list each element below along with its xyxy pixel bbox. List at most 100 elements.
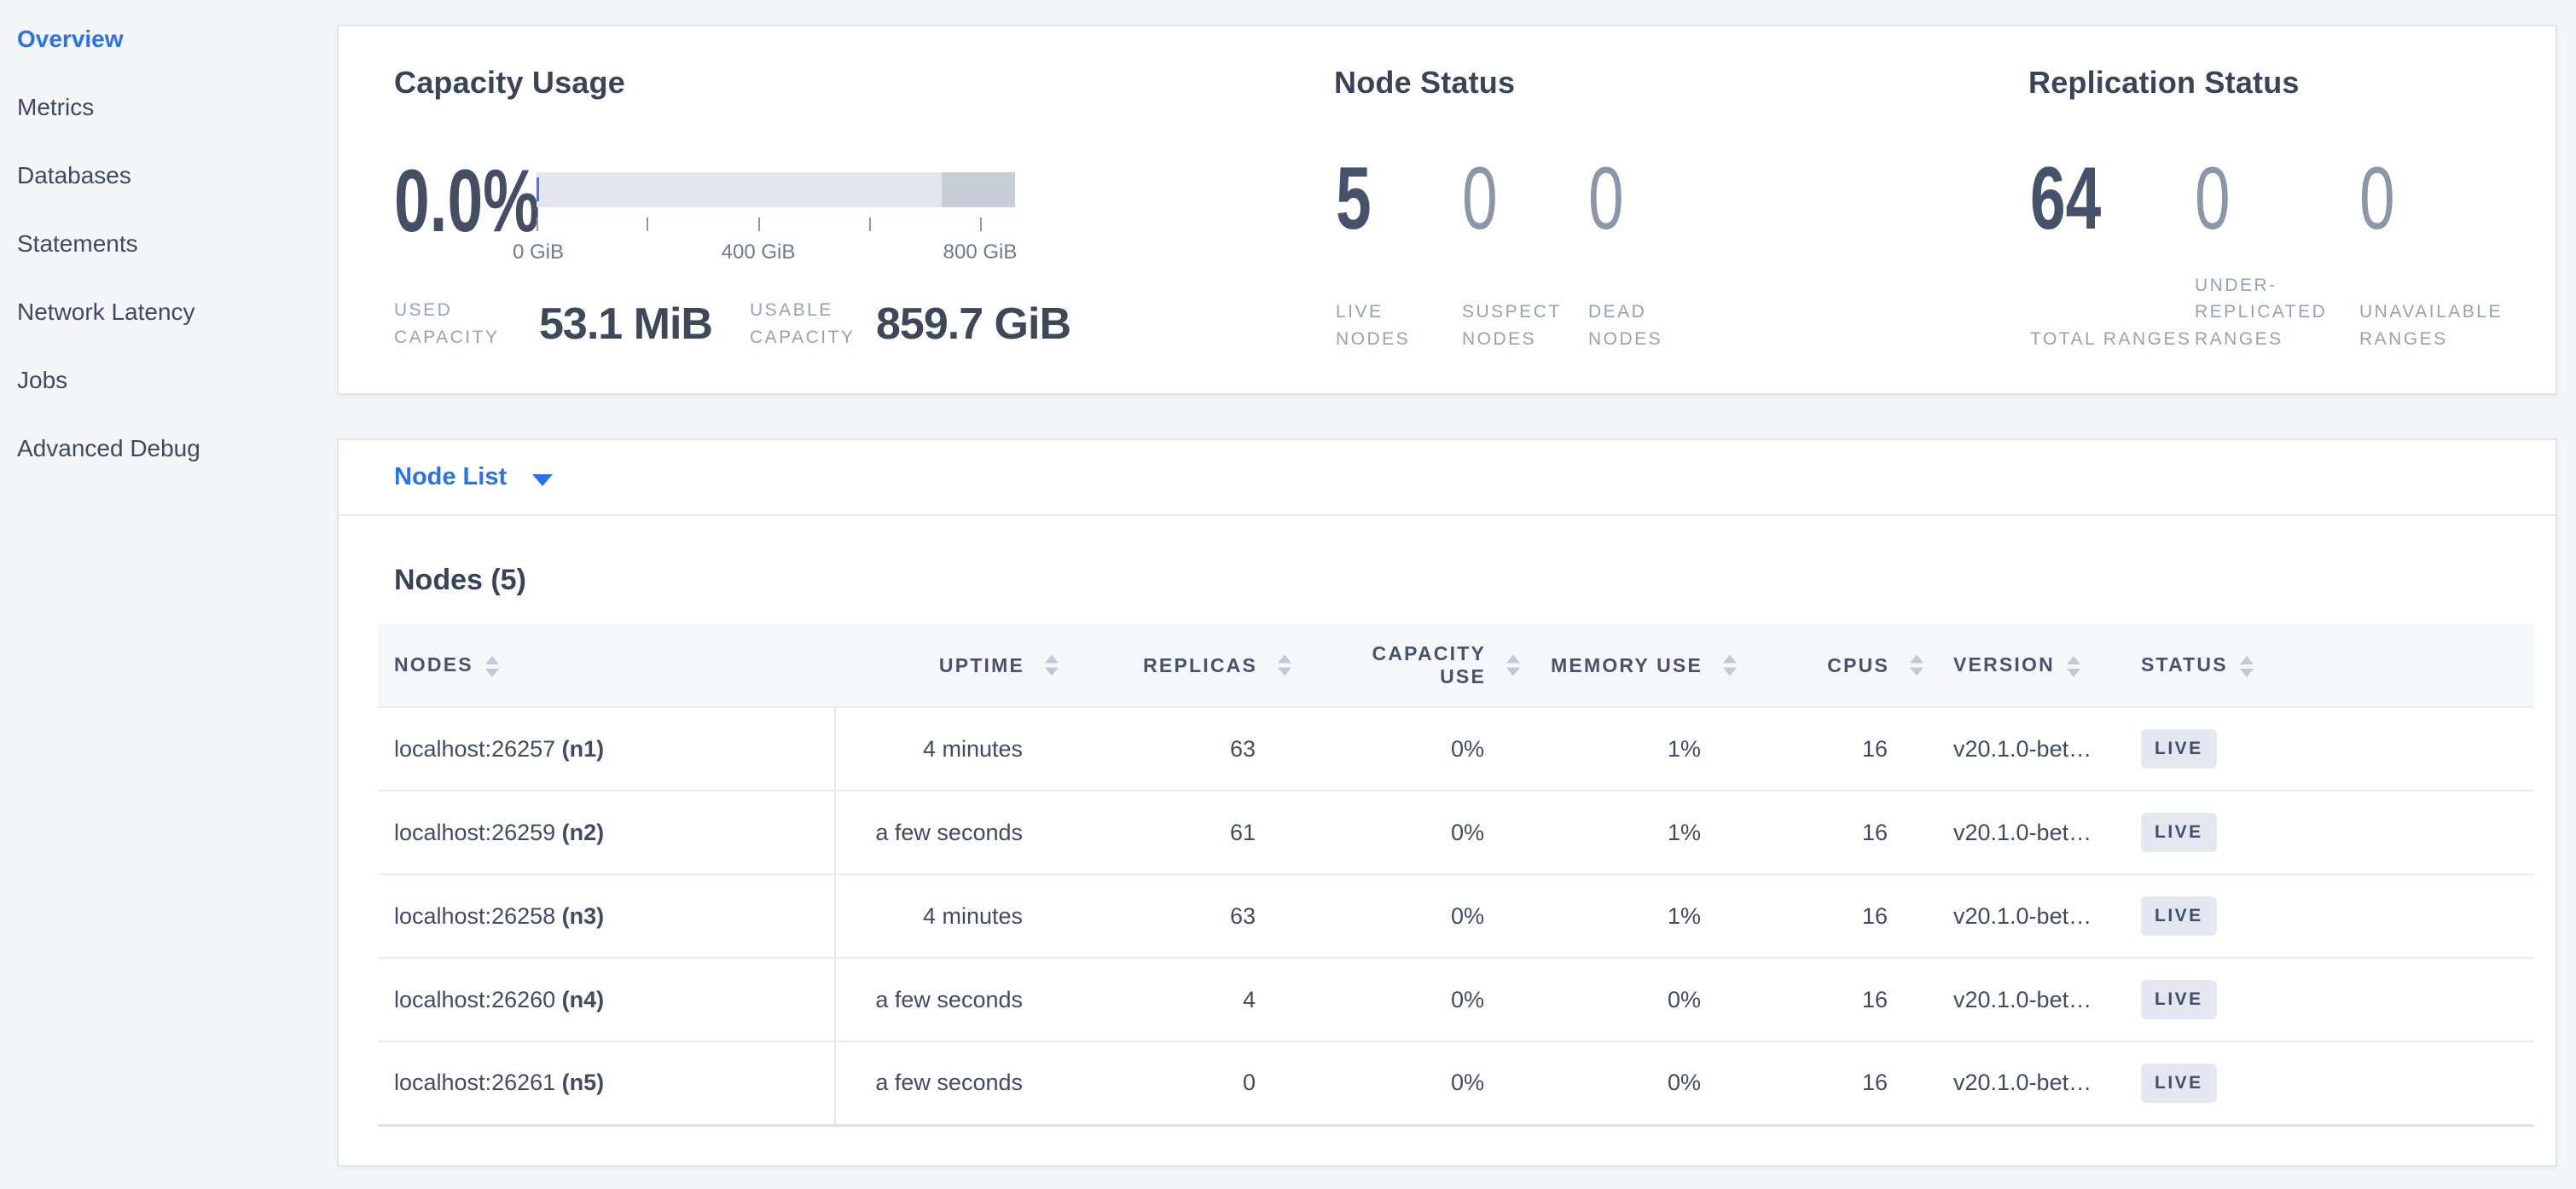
uptime-cell: a few seconds: [835, 1041, 1024, 1125]
memory-use-cell: 0%: [1486, 958, 1703, 1041]
live-nodes-label: LIVE NODES: [1336, 299, 1462, 352]
sort-icon: [1506, 655, 1520, 676]
capacity-use-cell: 0%: [1257, 958, 1486, 1041]
memory-use-cell: 1%: [1486, 707, 1703, 791]
cpus-cell: 16: [1703, 958, 1889, 1041]
column-header-nodes[interactable]: NODES: [378, 624, 835, 707]
sidebar-item-databases[interactable]: Databases: [0, 142, 337, 210]
usable-capacity-value: 859.7 GiB: [876, 299, 1070, 350]
capacity-use-cell: 0%: [1257, 1041, 1486, 1125]
status-cell: LIVE: [2132, 874, 2534, 958]
cluster-summary-card: Capacity Usage 0.0% 0 GiB 400 GiB 800 Gi…: [337, 25, 2557, 395]
under-replicated-stat: 0 UNDER-REPLICATED RANGES: [2195, 154, 2359, 352]
capacity-usage-section: Capacity Usage 0.0% 0 GiB 400 GiB 800 Gi…: [394, 65, 1341, 372]
capacity-gauge-reserved-segment: [942, 172, 1015, 207]
gauge-axis-label: 800 GiB: [943, 241, 1018, 264]
live-nodes-count: 5: [1336, 154, 1427, 243]
column-header-capacity-use[interactable]: CAPACITY USE: [1257, 624, 1486, 707]
node-list-label: Node List: [394, 463, 507, 491]
under-replicated-count: 0: [2195, 154, 2313, 243]
sort-icon: [1045, 655, 1059, 676]
node-address-cell: localhost:26258 (n3): [378, 874, 835, 958]
dead-nodes-count: 0: [1588, 154, 1680, 243]
node-address-cell: localhost:26260 (n4): [378, 958, 835, 1041]
capacity-use-cell: 0%: [1257, 874, 1486, 958]
column-header-status[interactable]: STATUS: [2132, 624, 2534, 707]
suspect-nodes-label: SUSPECT NODES: [1462, 299, 1588, 352]
node-status-section: Node Status 5 LIVE NODES 0 SUSPECT NODES…: [1334, 65, 1863, 372]
replication-stats: 64 TOTAL RANGES 0 UNDER-REPLICATED RANGE…: [2030, 154, 2524, 352]
cpus-cell: 16: [1703, 707, 1889, 791]
column-header-uptime[interactable]: UPTIME: [835, 624, 1024, 707]
capacity-gauge-used-bar: [537, 177, 539, 201]
sort-icon: [1723, 655, 1737, 676]
node-address-cell: localhost:26259 (n2): [378, 791, 835, 874]
chevron-down-icon: [532, 474, 553, 486]
cpus-cell: 16: [1703, 874, 1889, 958]
gauge-axis-label: 400 GiB: [722, 241, 796, 264]
node-address-cell: localhost:26257 (n1): [378, 707, 835, 791]
usable-capacity-label: USABLE CAPACITY: [750, 297, 856, 351]
replicas-cell: 63: [1024, 874, 1257, 958]
gauge-tick: [980, 218, 982, 231]
status-cell: LIVE: [2132, 1041, 2534, 1125]
replicas-cell: 4: [1024, 958, 1257, 1041]
sidebar-item-statements[interactable]: Statements: [0, 210, 337, 278]
node-row[interactable]: localhost:26260 (n4) a few seconds 4 0% …: [378, 958, 2534, 1041]
sort-icon: [2240, 656, 2254, 677]
capacity-used-percent: 0.0%: [394, 157, 540, 246]
uptime-cell: 4 minutes: [835, 707, 1024, 791]
table-header-row: NODES UPTIME REPLICAS CAPACITY USE MEMOR: [378, 624, 2534, 707]
column-header-version[interactable]: VERSION: [1889, 624, 2132, 707]
gauge-tick: [537, 218, 538, 231]
sidebar-item-overview[interactable]: Overview: [0, 5, 337, 73]
column-label: REPLICAS: [1143, 654, 1257, 676]
status-badge: LIVE: [2141, 896, 2217, 936]
sidebar-item-jobs[interactable]: Jobs: [0, 346, 337, 415]
node-status-title: Node Status: [1334, 65, 1863, 101]
capacity-gauge-track: [537, 172, 1015, 207]
node-row[interactable]: localhost:26258 (n3) 4 minutes 63 0% 1% …: [378, 874, 2534, 958]
unavailable-ranges-stat: 0 UNAVAILABLE RANGES: [2359, 154, 2524, 352]
column-label: NODES: [394, 653, 473, 676]
nodes-table-section: Nodes (5) NODES UPTIME RE: [339, 564, 2556, 1127]
version-cell: v20.1.0-bet…: [1889, 707, 2132, 791]
used-capacity-label: USED CAPACITY: [394, 297, 500, 351]
status-cell: LIVE: [2132, 958, 2534, 1041]
unavailable-ranges-label: UNAVAILABLE RANGES: [2359, 299, 2524, 352]
sidebar-item-network-latency[interactable]: Network Latency: [0, 278, 337, 346]
node-status-stats: 5 LIVE NODES 0 SUSPECT NODES 0 DEAD NODE…: [1336, 154, 1714, 352]
column-label: STATUS: [2141, 653, 2228, 676]
total-ranges-stat: 64 TOTAL RANGES: [2030, 154, 2195, 352]
node-row[interactable]: localhost:26261 (n5) a few seconds 0 0% …: [378, 1041, 2534, 1125]
sidebar: Overview Metrics Databases Statements Ne…: [0, 0, 337, 1189]
column-label: CPUS: [1827, 654, 1889, 676]
uptime-cell: 4 minutes: [835, 874, 1024, 958]
replicas-cell: 61: [1024, 791, 1257, 874]
replication-status-title: Replication Status: [2028, 65, 2557, 101]
node-row[interactable]: localhost:26257 (n1) 4 minutes 63 0% 1% …: [378, 707, 2534, 791]
gauge-tick: [869, 218, 871, 231]
version-cell: v20.1.0-bet…: [1889, 791, 2132, 874]
sort-icon: [2067, 656, 2080, 677]
status-badge: LIVE: [2141, 813, 2217, 852]
node-list-dropdown[interactable]: Node List: [339, 440, 2556, 516]
column-label: VERSION: [1953, 653, 2055, 676]
sidebar-item-advanced-debug[interactable]: Advanced Debug: [0, 415, 337, 483]
uptime-cell: a few seconds: [835, 958, 1024, 1041]
memory-use-cell: 1%: [1486, 874, 1703, 958]
sort-icon: [1278, 655, 1291, 676]
replication-status-section: Replication Status 64 TOTAL RANGES 0 UND…: [2028, 65, 2557, 372]
capacity-use-cell: 0%: [1257, 791, 1486, 874]
column-header-replicas[interactable]: REPLICAS: [1024, 624, 1257, 707]
cpus-cell: 16: [1703, 791, 1889, 874]
capacity-gauge: 0 GiB 400 GiB 800 GiB: [537, 172, 1015, 275]
node-list-card: Node List Nodes (5) NODES UPTIME: [337, 438, 2557, 1167]
unavailable-ranges-count: 0: [2359, 154, 2478, 243]
column-label: UPTIME: [939, 654, 1024, 676]
gauge-axis-label: 0 GiB: [513, 241, 564, 264]
node-row[interactable]: localhost:26259 (n2) a few seconds 61 0%…: [378, 791, 2534, 874]
dead-nodes-stat: 0 DEAD NODES: [1588, 154, 1714, 352]
sidebar-item-metrics[interactable]: Metrics: [0, 73, 337, 142]
status-badge: LIVE: [2141, 729, 2217, 768]
